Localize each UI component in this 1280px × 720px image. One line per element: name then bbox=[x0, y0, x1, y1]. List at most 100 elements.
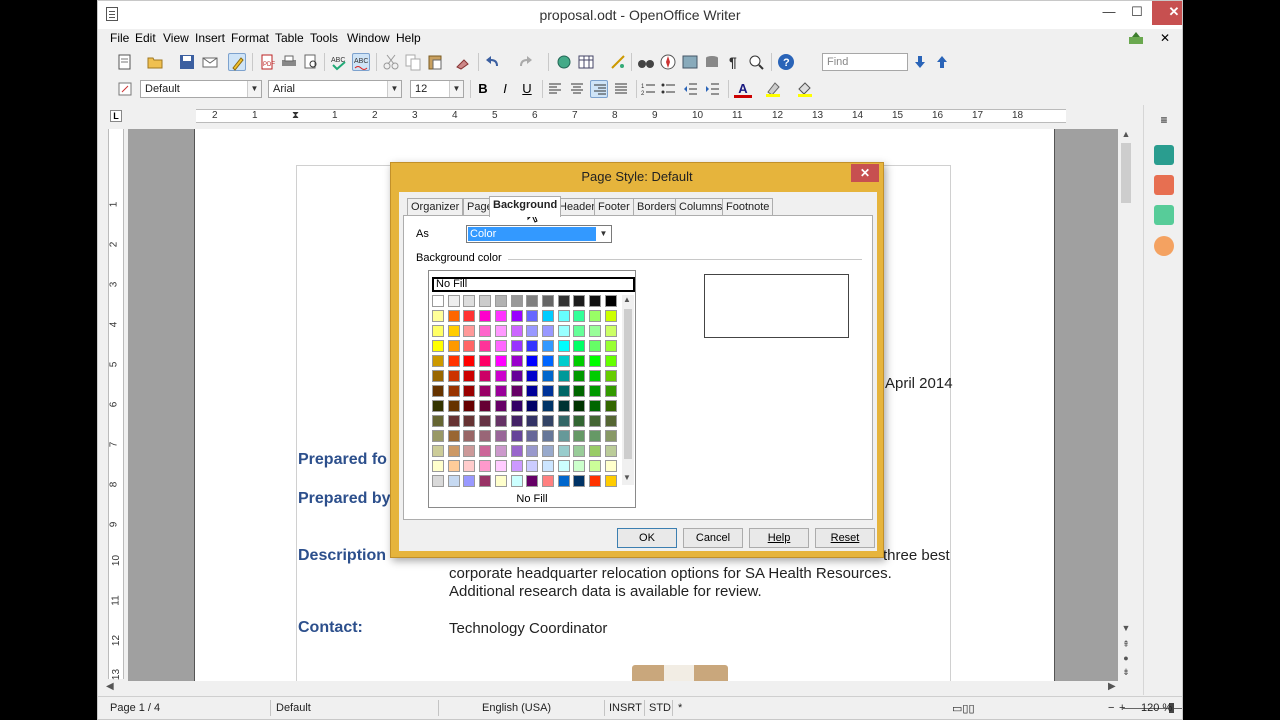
color-swatch[interactable] bbox=[510, 385, 523, 397]
color-swatch[interactable] bbox=[526, 400, 539, 412]
color-swatch[interactable] bbox=[541, 385, 554, 397]
color-swatch[interactable] bbox=[541, 370, 554, 382]
reset-button[interactable]: Reset bbox=[815, 528, 875, 548]
color-swatch[interactable] bbox=[573, 415, 586, 427]
navigator-icon[interactable] bbox=[659, 53, 677, 71]
color-swatch[interactable] bbox=[589, 400, 601, 412]
font-size-select[interactable]: 12 ▼ bbox=[410, 80, 464, 98]
no-fill-option[interactable]: No Fill bbox=[432, 277, 635, 292]
color-swatch[interactable] bbox=[494, 355, 507, 367]
color-swatch[interactable] bbox=[494, 310, 507, 322]
color-swatch[interactable] bbox=[479, 415, 492, 427]
align-center-icon[interactable] bbox=[568, 80, 586, 98]
align-right-icon[interactable] bbox=[590, 80, 608, 98]
menu-table[interactable]: Table bbox=[275, 31, 304, 45]
color-swatch[interactable] bbox=[604, 340, 617, 352]
navigator-sidebar-icon[interactable] bbox=[1154, 236, 1174, 256]
color-swatch[interactable] bbox=[510, 460, 523, 472]
color-swatch[interactable] bbox=[463, 415, 476, 427]
find-input[interactable]: Find bbox=[822, 53, 908, 71]
color-swatch[interactable] bbox=[541, 355, 554, 367]
scroll-left-icon[interactable]: ◀ bbox=[106, 681, 114, 692]
color-swatch[interactable] bbox=[510, 325, 523, 337]
color-swatch[interactable] bbox=[526, 325, 539, 337]
color-swatch[interactable] bbox=[494, 475, 507, 487]
open-folder-icon[interactable] bbox=[146, 53, 164, 71]
redo-icon[interactable] bbox=[516, 53, 534, 71]
color-swatch[interactable] bbox=[589, 430, 601, 442]
zoom-level[interactable]: 120 % bbox=[1141, 702, 1172, 714]
color-swatch[interactable] bbox=[447, 295, 460, 307]
color-swatch[interactable] bbox=[432, 355, 444, 367]
color-swatch[interactable] bbox=[604, 325, 617, 337]
scroll-right-icon[interactable]: ▶ bbox=[1108, 681, 1116, 692]
scroll-down-icon[interactable]: ▼ bbox=[1120, 623, 1132, 635]
color-swatch[interactable] bbox=[479, 325, 492, 337]
color-swatch[interactable] bbox=[589, 295, 601, 307]
color-swatch[interactable] bbox=[479, 340, 492, 352]
menu-edit[interactable]: Edit bbox=[135, 31, 156, 45]
color-swatch[interactable] bbox=[447, 400, 460, 412]
save-icon[interactable] bbox=[178, 53, 196, 71]
color-swatch[interactable] bbox=[604, 430, 617, 442]
scroll-up-icon[interactable]: ▲ bbox=[623, 295, 631, 304]
help-button[interactable]: Help bbox=[749, 528, 809, 548]
menu-view[interactable]: View bbox=[163, 31, 189, 45]
color-swatch[interactable] bbox=[557, 385, 570, 397]
menu-insert[interactable]: Insert bbox=[195, 31, 225, 45]
color-swatch[interactable] bbox=[541, 340, 554, 352]
color-swatch[interactable] bbox=[494, 325, 507, 337]
color-swatch[interactable] bbox=[541, 310, 554, 322]
new-document-icon[interactable] bbox=[116, 53, 134, 71]
tab-stop-type-icon[interactable]: L bbox=[110, 110, 122, 122]
color-swatch[interactable] bbox=[463, 475, 476, 487]
color-swatch[interactable] bbox=[573, 400, 586, 412]
paragraph-style-select[interactable]: Default ▼ bbox=[140, 80, 262, 98]
color-swatch[interactable] bbox=[589, 310, 601, 322]
color-swatch[interactable] bbox=[479, 430, 492, 442]
color-swatch[interactable] bbox=[494, 340, 507, 352]
color-swatch[interactable] bbox=[432, 400, 444, 412]
export-pdf-icon[interactable]: PDF bbox=[258, 53, 276, 71]
menu-format[interactable]: Format bbox=[231, 31, 269, 45]
copy-icon[interactable] bbox=[404, 53, 422, 71]
clone-formatting-icon[interactable] bbox=[454, 53, 472, 71]
color-swatch[interactable] bbox=[589, 415, 601, 427]
color-swatch[interactable] bbox=[541, 325, 554, 337]
as-select[interactable]: Color ▼ bbox=[466, 225, 612, 243]
color-swatch[interactable] bbox=[557, 430, 570, 442]
underline-button[interactable]: U bbox=[518, 81, 536, 96]
decrease-indent-icon[interactable] bbox=[682, 80, 700, 98]
color-swatch[interactable] bbox=[510, 340, 523, 352]
menu-tools[interactable]: Tools bbox=[310, 31, 338, 45]
color-swatch[interactable] bbox=[541, 415, 554, 427]
insert-mode[interactable]: INSRT bbox=[609, 702, 642, 714]
tab-background[interactable]: Background bbox=[489, 196, 562, 217]
color-swatch[interactable] bbox=[494, 445, 507, 457]
styles-formatting-icon[interactable] bbox=[116, 80, 134, 98]
color-swatch[interactable] bbox=[463, 355, 476, 367]
color-swatch[interactable] bbox=[494, 400, 507, 412]
color-swatch[interactable] bbox=[526, 460, 539, 472]
color-swatch[interactable] bbox=[447, 325, 460, 337]
print-icon[interactable] bbox=[280, 53, 298, 71]
color-swatch[interactable] bbox=[510, 430, 523, 442]
color-swatch[interactable] bbox=[526, 340, 539, 352]
color-swatch[interactable] bbox=[557, 400, 570, 412]
color-swatch[interactable] bbox=[589, 475, 601, 487]
color-swatch[interactable] bbox=[447, 370, 460, 382]
color-swatch[interactable] bbox=[557, 355, 570, 367]
undo-icon[interactable] bbox=[484, 53, 502, 71]
color-swatch[interactable] bbox=[541, 295, 554, 307]
color-swatch[interactable] bbox=[510, 445, 523, 457]
tab-columns[interactable]: Columns bbox=[675, 198, 727, 216]
color-swatch[interactable] bbox=[573, 340, 586, 352]
tab-borders[interactable]: Borders bbox=[633, 198, 680, 216]
color-swatch[interactable] bbox=[432, 325, 444, 337]
color-swatch[interactable] bbox=[510, 415, 523, 427]
color-swatch[interactable] bbox=[447, 460, 460, 472]
horizontal-scrollbar[interactable]: ◀ ▶ bbox=[104, 681, 1120, 695]
color-swatch[interactable] bbox=[557, 370, 570, 382]
color-swatch[interactable] bbox=[557, 325, 570, 337]
tab-header[interactable]: Header bbox=[555, 198, 600, 216]
